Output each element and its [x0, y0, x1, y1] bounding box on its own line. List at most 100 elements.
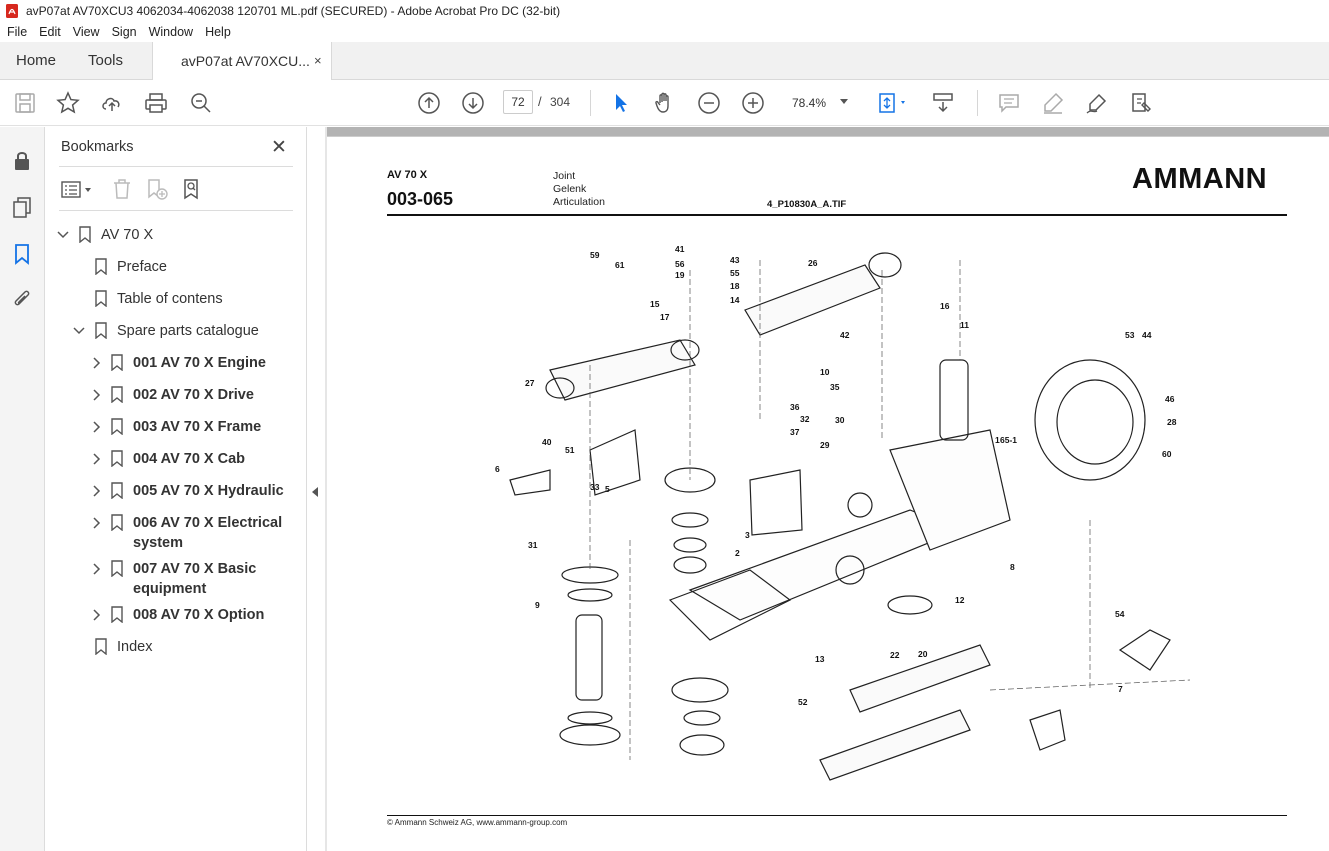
- zoom-level-value: 78.4%: [792, 96, 827, 110]
- chevron-right-icon[interactable]: [91, 452, 101, 466]
- tab-tools[interactable]: Tools: [88, 52, 123, 69]
- panel-divider: [59, 210, 293, 211]
- page-code: 003-065: [387, 189, 454, 209]
- chevron-right-icon[interactable]: [91, 484, 101, 498]
- hand-tool-icon[interactable]: [653, 91, 677, 115]
- bookmark-icon: [111, 354, 123, 372]
- part-callout-52: 52: [798, 697, 808, 707]
- page-number-input[interactable]: 72: [503, 90, 533, 114]
- select-cursor-icon[interactable]: [609, 91, 633, 115]
- chevron-down-icon[interactable]: [840, 99, 848, 104]
- tab-close-icon[interactable]: ×: [314, 53, 322, 68]
- sign-pen-icon[interactable]: [1085, 91, 1109, 115]
- part-callout-11: 11: [960, 320, 969, 330]
- menu-window[interactable]: Window: [149, 25, 193, 39]
- bookmark-label-line2: system: [133, 535, 183, 551]
- chevron-right-icon[interactable]: [91, 562, 101, 576]
- find-bookmark-icon[interactable]: [181, 177, 205, 204]
- lock-icon[interactable]: [10, 149, 34, 173]
- options-list-icon[interactable]: [61, 179, 95, 204]
- chevron-right-icon[interactable]: [91, 388, 101, 402]
- bookmark-001-engine[interactable]: 001 AV 70 X Engine: [45, 354, 307, 374]
- new-bookmark-icon[interactable]: [145, 177, 169, 204]
- part-callout-33: 33: [590, 482, 600, 492]
- tab-document[interactable]: avP07at AV70XCU... ×: [152, 42, 332, 81]
- bookmark-icon: [111, 386, 123, 404]
- part-callout-65-1: 65-1: [1000, 435, 1017, 445]
- page-desc-de: Gelenk: [553, 183, 587, 195]
- bookmark-006-electrical[interactable]: 006 AV 70 X Electrical system: [45, 514, 307, 554]
- next-page-icon[interactable]: [461, 91, 485, 115]
- bookmark-003-frame[interactable]: 003 AV 70 X Frame: [45, 418, 307, 438]
- bookmark-label: 005 AV 70 X Hydraulic: [133, 483, 284, 499]
- menu-file[interactable]: File: [7, 25, 27, 39]
- print-icon[interactable]: [144, 91, 168, 115]
- zoom-search-icon[interactable]: [189, 91, 213, 115]
- scroll-mode-icon[interactable]: [931, 91, 955, 115]
- tab-home[interactable]: Home: [16, 52, 56, 69]
- bookmark-preface[interactable]: Preface: [45, 258, 307, 278]
- save-icon[interactable]: [13, 91, 37, 115]
- chevron-right-icon[interactable]: [91, 356, 101, 370]
- left-navigation-rail: [0, 127, 45, 851]
- chevron-down-icon[interactable]: [73, 324, 85, 338]
- bookmark-index[interactable]: Index: [45, 638, 307, 658]
- tab-document-label: avP07at AV70XCU...: [181, 53, 310, 69]
- bookmark-icon: [95, 638, 107, 656]
- previous-page-icon[interactable]: [417, 91, 441, 115]
- toolbar-divider: [977, 90, 978, 116]
- menu-edit[interactable]: Edit: [39, 25, 61, 39]
- bookmark-label: 002 AV 70 X Drive: [133, 387, 254, 403]
- upload-cloud-icon[interactable]: [100, 91, 124, 115]
- star-icon[interactable]: [56, 91, 80, 115]
- page-separator: /: [538, 94, 542, 109]
- bookmark-av70x[interactable]: AV 70 X: [45, 226, 307, 246]
- bookmark-spare-parts[interactable]: Spare parts catalogue: [45, 322, 307, 342]
- bookmarks-panel: Bookmarks ✕ AV 70 X Preface Table of con…: [45, 127, 307, 851]
- zoom-in-icon[interactable]: [741, 91, 765, 115]
- chevron-right-icon[interactable]: [91, 608, 101, 622]
- part-callout-10: 10: [820, 367, 830, 377]
- page-footer: © Ammann Schweiz AG, www.ammann-group.co…: [387, 818, 568, 827]
- chevron-right-icon[interactable]: [91, 516, 101, 530]
- more-tools-icon[interactable]: [1129, 91, 1153, 115]
- part-callout-26: 26: [808, 258, 818, 268]
- part-callout-2: 2: [735, 548, 740, 558]
- title-bar: avP07at AV70XCU3 4062034-4062038 120701 …: [0, 0, 1329, 22]
- chevron-right-icon[interactable]: [91, 420, 101, 434]
- bookmark-008-option[interactable]: 008 AV 70 X Option: [45, 606, 307, 626]
- zoom-out-icon[interactable]: [697, 91, 721, 115]
- part-callout-35: 35: [830, 382, 840, 392]
- menu-view[interactable]: View: [73, 25, 100, 39]
- delete-trash-icon[interactable]: [111, 177, 133, 204]
- attachment-paperclip-icon[interactable]: [10, 287, 34, 311]
- page-edge: [327, 127, 1329, 136]
- bookmark-007-basic-equipment[interactable]: 007 AV 70 X Basic equipment: [45, 560, 307, 600]
- pages-thumbnail-icon[interactable]: [10, 195, 34, 219]
- part-callout-20: 20: [918, 649, 928, 659]
- bookmark-002-drive[interactable]: 002 AV 70 X Drive: [45, 386, 307, 406]
- part-callout-55: 55: [730, 268, 740, 278]
- part-callout-19: 19: [675, 270, 685, 280]
- collapse-panel-icon[interactable]: [312, 487, 318, 497]
- part-callout-14: 14: [730, 295, 740, 305]
- comment-icon[interactable]: [997, 91, 1021, 115]
- bookmark-004-cab[interactable]: 004 AV 70 X Cab: [45, 450, 307, 470]
- chevron-down-icon[interactable]: [57, 228, 69, 242]
- bookmark-label: Preface: [117, 259, 167, 275]
- bookmark-table-of-contents[interactable]: Table of contens: [45, 290, 307, 310]
- highlight-pen-icon[interactable]: [1041, 91, 1065, 115]
- fit-page-icon[interactable]: [876, 91, 905, 115]
- part-callout-42: 42: [840, 330, 850, 340]
- bookmark-label: 007 AV 70 X Basic: [133, 561, 257, 577]
- menu-sign[interactable]: Sign: [112, 25, 137, 39]
- close-icon[interactable]: ✕: [271, 136, 287, 159]
- bookmark-panel-icon[interactable]: [10, 242, 34, 266]
- bookmark-icon: [95, 322, 107, 340]
- part-callout-16: 16: [940, 301, 950, 311]
- part-callout-41: 41: [675, 244, 685, 254]
- bookmark-005-hydraulic[interactable]: 005 AV 70 X Hydraulic: [45, 482, 307, 502]
- part-callout-37: 37: [790, 427, 800, 437]
- page-desc-en: Joint: [553, 170, 576, 182]
- menu-help[interactable]: Help: [205, 25, 231, 39]
